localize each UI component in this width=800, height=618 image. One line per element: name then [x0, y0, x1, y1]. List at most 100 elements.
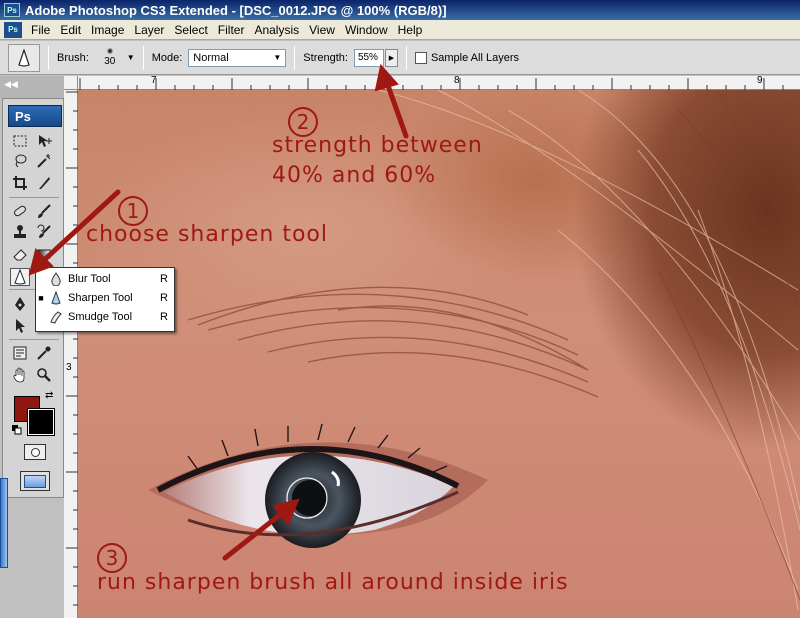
menu-image[interactable]: Image	[88, 23, 131, 37]
photoshop-logo[interactable]: Ps	[8, 105, 62, 127]
lasso-icon	[15, 154, 27, 168]
ruler-origin[interactable]	[64, 76, 78, 90]
menu-edit[interactable]: Edit	[57, 23, 88, 37]
menu-filter[interactable]: Filter	[215, 23, 252, 37]
menu-window[interactable]: Window	[342, 23, 395, 37]
marquee-icon	[13, 135, 27, 147]
ruler-ticks	[66, 91, 78, 606]
chevron-right-icon: ▶	[388, 54, 395, 62]
healing-brush-tool[interactable]	[10, 202, 30, 220]
lasso-tool[interactable]	[10, 152, 30, 170]
step-3-instruction: run sharpen brush all around inside iris	[97, 570, 569, 595]
clone-stamp-tool[interactable]	[10, 223, 30, 241]
gradient-tool[interactable]	[34, 245, 54, 263]
slice-tool[interactable]	[34, 174, 54, 192]
flyout-smudge-tool[interactable]: Smudge Tool R	[36, 307, 174, 326]
flyout-item-label: Smudge Tool	[68, 310, 133, 323]
mode-value: Normal	[193, 51, 229, 64]
options-separator	[405, 45, 407, 70]
pen-tool[interactable]	[10, 295, 30, 313]
collapse-arrows-icon[interactable]: ◀◀	[4, 79, 18, 90]
step-2-instruction-line2: 40% and 60%	[272, 163, 437, 188]
window-title: Adobe Photoshop CS3 Extended - [DSC_0012…	[25, 2, 447, 18]
docked-panel-edge[interactable]	[0, 478, 8, 568]
flyout-blur-tool[interactable]: Blur Tool R	[36, 269, 174, 288]
step-2-instruction-line1: strength between	[272, 133, 483, 158]
horizontal-ruler[interactable]: 7 8 9	[78, 75, 800, 90]
options-separator	[142, 45, 144, 70]
path-selection-tool[interactable]	[10, 317, 30, 335]
sharpen-cone-icon	[14, 269, 26, 285]
strength-slider-button[interactable]: ▶	[384, 48, 398, 67]
chevron-down-icon: ▼	[273, 53, 282, 62]
gradient-icon	[37, 249, 51, 259]
step-3-marker: 3	[97, 543, 127, 573]
ruler-label-7: 7	[151, 75, 157, 86]
magic-wand-tool[interactable]	[34, 152, 54, 170]
options-separator	[294, 45, 296, 70]
notes-tool[interactable]	[10, 344, 30, 362]
ruler-ticks	[79, 78, 784, 90]
crop-tool[interactable]	[10, 174, 30, 192]
default-colors-icon[interactable]	[12, 425, 22, 435]
brush-size-value: 30	[104, 56, 116, 67]
eraser-tool[interactable]	[10, 245, 30, 263]
ruler-label-8: 8	[454, 75, 460, 86]
brush-tool[interactable]	[34, 202, 54, 220]
step-1-instruction: choose sharpen tool	[86, 222, 328, 247]
magic-wand-icon	[37, 154, 51, 168]
swap-colors-icon[interactable]: ⇄	[45, 390, 53, 401]
menu-file[interactable]: File	[28, 23, 57, 37]
menu-layer[interactable]: Layer	[131, 23, 171, 37]
menu-help[interactable]: Help	[395, 23, 430, 37]
strength-input[interactable]: 55%	[353, 48, 384, 67]
marquee-tool[interactable]	[10, 132, 30, 150]
ruler-label-9: 9	[757, 75, 763, 86]
menu-view[interactable]: View	[306, 23, 342, 37]
eyedropper-icon	[37, 346, 51, 360]
mode-select[interactable]: Normal ▼	[188, 48, 287, 67]
zoom-tool[interactable]	[34, 366, 54, 384]
pen-nib-icon	[15, 297, 25, 311]
flyout-item-shortcut: R	[160, 291, 168, 304]
brush-picker[interactable]: 30	[95, 45, 125, 71]
flyout-item-label: Sharpen Tool	[68, 291, 133, 304]
flyout-sharpen-tool[interactable]: ■ Sharpen Tool R	[36, 288, 174, 307]
vertical-ruler[interactable]: 3	[64, 90, 78, 618]
background-color-swatch[interactable]	[27, 408, 55, 436]
options-separator	[48, 45, 49, 70]
slice-knife-icon	[39, 177, 50, 189]
magnifier-icon	[37, 368, 51, 382]
sample-all-layers-label: Sample All Layers	[430, 51, 519, 64]
brush-label: Brush:	[57, 51, 89, 64]
bandage-icon	[14, 205, 26, 217]
flyout-item-label: Blur Tool	[68, 272, 111, 285]
quick-mask-button[interactable]	[24, 444, 46, 460]
history-brush-tool[interactable]	[34, 223, 54, 241]
sharpen-cone-icon	[18, 48, 30, 67]
menu-analysis[interactable]: Analysis	[251, 23, 306, 37]
menu-select[interactable]: Select	[171, 23, 214, 37]
move-arrow-icon	[39, 135, 52, 147]
tool-preset-picker[interactable]	[8, 43, 40, 72]
eyedropper-tool[interactable]	[34, 344, 54, 362]
document-canvas[interactable]	[78, 90, 800, 618]
flyout-item-shortcut: R	[160, 310, 168, 323]
hand-tool[interactable]	[10, 366, 30, 384]
brush-tip-icon	[106, 48, 113, 54]
blur-drop-icon	[46, 271, 66, 286]
screen-mode-button[interactable]	[20, 471, 50, 491]
move-tool[interactable]	[34, 132, 54, 150]
photo-eye-closeup	[148, 90, 800, 611]
selected-bullet-icon: ■	[38, 292, 44, 303]
toning-tools-flyout: Blur Tool R ■ Sharpen Tool R Smudge Tool…	[35, 267, 175, 332]
sample-all-layers-checkbox[interactable]	[414, 51, 427, 64]
smudge-finger-icon	[46, 310, 66, 324]
toolbox-header[interactable]: ◀◀	[0, 76, 64, 98]
hand-icon	[13, 367, 25, 383]
eraser-icon	[13, 249, 27, 261]
brush-dropdown-icon[interactable]: ▼	[127, 53, 135, 62]
menu-bar: Ps File Edit Image Layer Select Filter A…	[0, 20, 800, 40]
document-menu-icon[interactable]: Ps	[4, 21, 22, 38]
sharpen-tool-button[interactable]	[10, 268, 30, 286]
